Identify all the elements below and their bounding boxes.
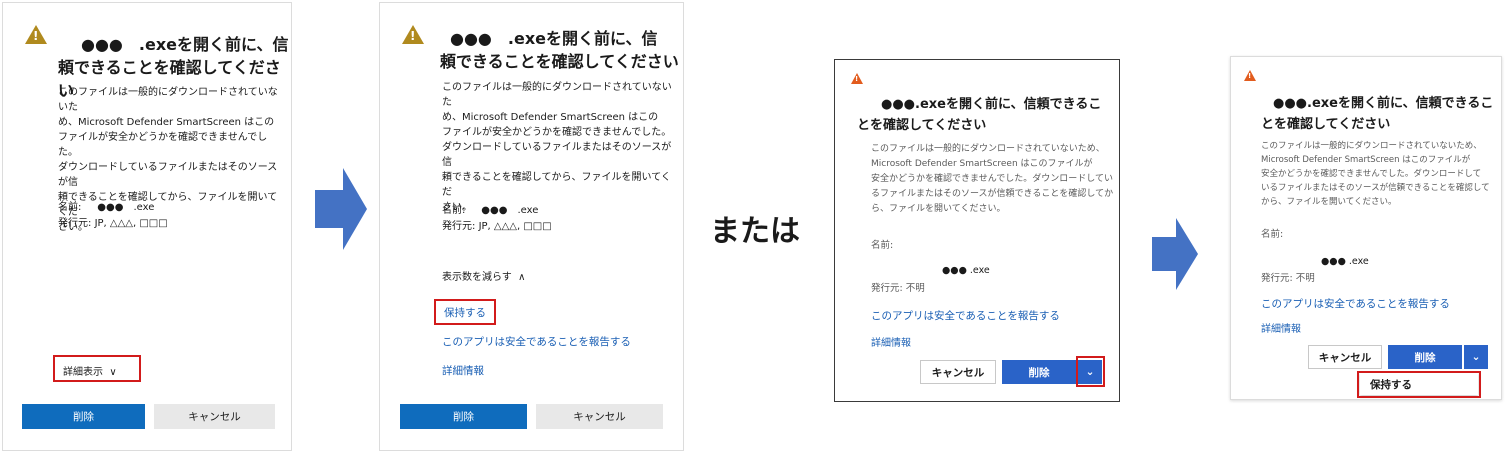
dialog-message: このファイルは一般的にダウンロードされていないため、Microsoft Defe… <box>442 82 672 213</box>
report-safe-link[interactable]: このアプリは安全であることを報告する <box>1261 296 1450 311</box>
highlight-box <box>434 299 496 325</box>
arrow-right-icon <box>315 168 367 250</box>
or-label: または <box>710 214 800 249</box>
dialog-title-line1: ●●● .exeを開く前に、信 <box>450 29 658 48</box>
dialog-title-line2: とを確認してください <box>1261 117 1391 132</box>
dialog-collapsed: ! ●●● .exeを開く前に、信 頼できることを確認してください このファイル… <box>2 2 292 451</box>
less-toggle[interactable]: 表示数を減らす ∧ <box>442 268 526 283</box>
highlight-box <box>1357 371 1481 398</box>
highlight-box <box>1076 356 1105 387</box>
more-info-link[interactable]: 詳細情報 <box>442 363 484 378</box>
more-info-link[interactable]: 詳細情報 <box>1261 320 1301 335</box>
dialog-title-line2: 頼できることを確認してください <box>440 52 679 71</box>
cancel-button[interactable]: キャンセル <box>154 404 275 429</box>
cancel-button[interactable]: キャンセル <box>536 404 663 429</box>
cancel-button[interactable]: キャンセル <box>920 360 996 384</box>
chevron-down-icon: ⌄ <box>1471 351 1481 363</box>
report-safe-link[interactable]: このアプリは安全であることを報告する <box>442 334 631 349</box>
dialog-title-line1: ●●●.exeを開く前に、信頼できるこ <box>1273 96 1494 111</box>
publisher-row: 発行元: 不明 <box>871 283 925 294</box>
delete-button[interactable]: 削除 <box>1002 360 1076 384</box>
delete-button[interactable]: 削除 <box>22 404 145 429</box>
dialog-expanded: ! ●●● .exeを開く前に、信 頼できることを確認してください このファイル… <box>379 2 684 451</box>
dialog-message: このファイルは一般的にダウンロードされていないため、Microsoft Defe… <box>871 144 1114 214</box>
dialog-message: このファイルは一般的にダウンロードされていないため、Microsoft Defe… <box>1261 141 1490 207</box>
more-info-link[interactable]: 詳細情報 <box>871 334 911 349</box>
file-name-label: 名前: <box>871 240 894 251</box>
dialog-title-line1: ●●●.exeを開く前に、信頼できるこ <box>881 97 1102 112</box>
dialog-title-line1: ●●● .exeを開く前に、信 <box>81 35 289 54</box>
publisher-row: 発行元: JP, △△△, □□□ <box>442 221 552 232</box>
dropdown-button[interactable]: ⌄ <box>1464 345 1488 369</box>
delete-button[interactable]: 削除 <box>400 404 527 429</box>
publisher-row: 発行元: 不明 <box>1261 273 1315 284</box>
file-name-value: ●●● .exe <box>942 265 990 276</box>
dialog-title-line2: とを確認してください <box>857 118 987 133</box>
highlight-box <box>53 355 141 382</box>
file-name-row: 名前: ●●● .exe <box>442 205 539 216</box>
cancel-button[interactable]: キャンセル <box>1308 345 1382 369</box>
file-name-label: 名前: <box>1261 229 1284 240</box>
dialog-alt: ! ●●●.exeを開く前に、信頼できるこ とを確認してください このファイルは… <box>834 59 1120 402</box>
file-name-value: ●●● .exe <box>1321 256 1369 267</box>
report-safe-link[interactable]: このアプリは安全であることを報告する <box>871 308 1060 323</box>
dialog-alt-menu-open: ! ●●●.exeを開く前に、信頼できるこ とを確認してください このファイルは… <box>1230 56 1502 400</box>
file-name-row: 名前: ●●● .exe <box>58 202 155 213</box>
chevron-up-icon: ∧ <box>518 272 526 283</box>
publisher-row: 発行元: JP, △△△, □□□ <box>58 218 168 229</box>
arrow-right-icon <box>1152 218 1198 290</box>
delete-button[interactable]: 削除 <box>1388 345 1462 369</box>
